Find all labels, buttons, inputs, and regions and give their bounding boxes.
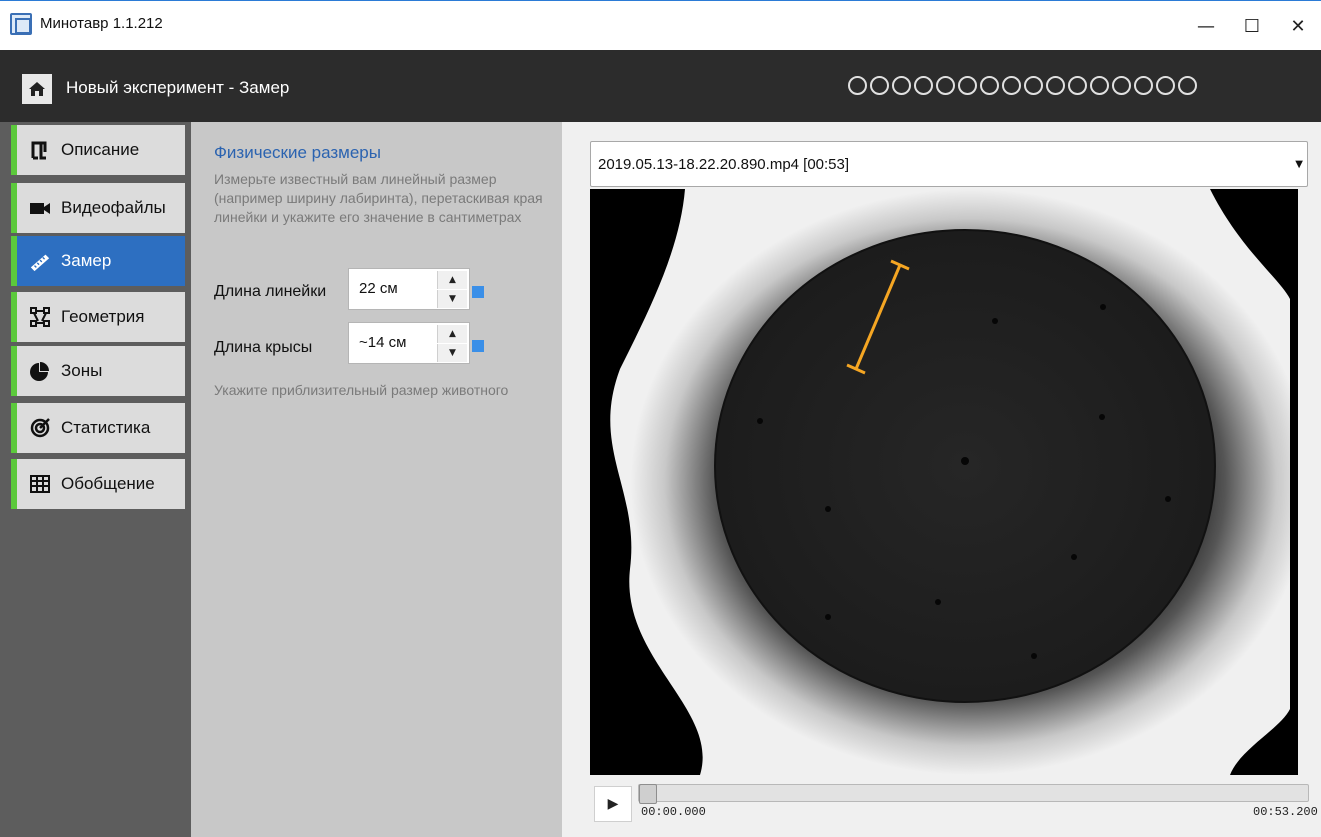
step-dot	[1112, 76, 1131, 95]
settings-panel	[191, 122, 562, 837]
step-dot	[1156, 76, 1175, 95]
step-dot	[1068, 76, 1087, 95]
time-start: 00:00.000	[641, 805, 706, 819]
step-dot	[892, 76, 911, 95]
ruler-icon	[29, 250, 51, 272]
sidebar-item-zones[interactable]: Зоны	[11, 346, 185, 396]
step-dot	[870, 76, 889, 95]
video-image	[590, 189, 1298, 775]
ruler-length-stepper[interactable]: 22 см ▲ ▼	[348, 268, 470, 310]
play-button[interactable]: ▶	[594, 786, 632, 822]
home-button[interactable]	[22, 74, 52, 104]
step-dot	[914, 76, 933, 95]
sidebar-item-label: Геометрия	[61, 307, 145, 326]
time-end: 00:53.200	[1253, 805, 1318, 819]
maximize-button[interactable]: ☐	[1229, 1, 1275, 51]
sidebar-item-label: Описание	[61, 140, 140, 159]
rat-length-decrement[interactable]: ▼	[437, 344, 467, 362]
window-title: Минотавр 1.1.212	[40, 15, 163, 32]
section-description: Измерьте известный вам линейный размер (…	[214, 171, 543, 225]
step-dot	[958, 76, 977, 95]
sidebar-item-geometry[interactable]: Геометрия	[11, 292, 185, 342]
play-icon: ▶	[607, 796, 619, 812]
video-file-value: 2019.05.13-18.22.20.890.mp4 [00:53]	[598, 156, 850, 173]
app-icon	[10, 13, 32, 35]
rat-length-stepper[interactable]: ~14 см ▲ ▼	[348, 322, 470, 364]
step-dot	[1024, 76, 1043, 95]
timeline-thumb[interactable]	[639, 784, 657, 804]
video-camera-icon	[29, 197, 51, 219]
sidebar-item-label: Обобщение	[61, 474, 155, 493]
statistics-icon	[29, 417, 51, 439]
video-frame[interactable]	[590, 189, 1298, 775]
step-dot	[980, 76, 999, 95]
step-dot	[848, 76, 867, 95]
home-icon	[29, 82, 45, 96]
rat-length-increment[interactable]: ▲	[437, 325, 467, 343]
animal-size-hint: Укажите приблизительный размер животного	[214, 382, 509, 398]
description-icon	[29, 139, 51, 161]
step-dot	[1002, 76, 1021, 95]
section-title: Физические размеры	[214, 143, 381, 162]
minimize-button[interactable]: —	[1183, 1, 1229, 51]
timeline-slider[interactable]	[638, 784, 1309, 804]
step-dot	[936, 76, 955, 95]
sidebar-item-statistics[interactable]: Статистика	[11, 403, 185, 453]
sidebar-item-label: Замер	[61, 251, 112, 270]
step-dot	[1046, 76, 1065, 95]
pie-chart-icon	[29, 360, 51, 382]
dropdown-arrow-icon[interactable]: ▼	[1295, 159, 1303, 170]
title-bar: Минотавр 1.1.212 — ☐ ✕	[0, 0, 1321, 50]
sidebar-item-label: Видеофайлы	[61, 198, 166, 217]
step-progress	[848, 76, 1198, 95]
ruler-length-label: Длина линейки	[214, 283, 327, 300]
table-icon	[29, 473, 51, 495]
sidebar-item-videofiles[interactable]: Видеофайлы	[11, 183, 185, 233]
step-dot	[1178, 76, 1197, 95]
sidebar-item-description[interactable]: Описание	[11, 125, 185, 175]
page-title: Новый эксперимент - Замер	[66, 78, 290, 97]
ruler-color-marker	[472, 286, 484, 298]
sidebar-item-summary[interactable]: Обобщение	[11, 459, 185, 509]
rat-length-label: Длина крысы	[214, 339, 313, 356]
sidebar-item-label: Статистика	[61, 418, 151, 437]
rat-color-marker	[472, 340, 484, 352]
ruler-length-decrement[interactable]: ▼	[437, 290, 467, 308]
ruler-length-value[interactable]: 22 см	[359, 280, 398, 297]
step-dot	[1134, 76, 1153, 95]
ruler-length-increment[interactable]: ▲	[437, 271, 467, 289]
geometry-icon	[29, 306, 51, 328]
rat-length-value[interactable]: ~14 см	[359, 334, 406, 351]
video-file-select[interactable]: 2019.05.13-18.22.20.890.mp4 [00:53] ▼	[590, 141, 1308, 187]
step-dot	[1090, 76, 1109, 95]
sidebar-item-label: Зоны	[61, 361, 103, 380]
close-button[interactable]: ✕	[1275, 1, 1321, 51]
sidebar-item-measure[interactable]: Замер	[11, 236, 185, 286]
